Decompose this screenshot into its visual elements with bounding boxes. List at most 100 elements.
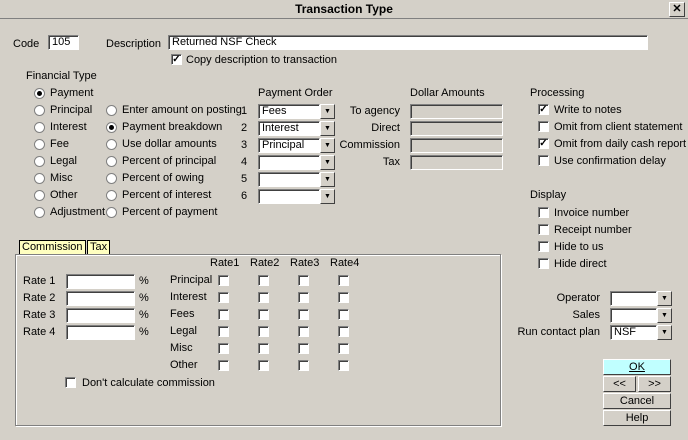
commission-rate-checkbox[interactable] <box>258 326 269 337</box>
dollar-amount-input[interactable] <box>410 138 503 153</box>
amount-method-radio[interactable] <box>106 173 117 184</box>
amount-method-radio[interactable] <box>106 207 117 218</box>
ok-button[interactable]: OK <box>603 359 671 375</box>
commission-rate-checkbox[interactable] <box>298 343 309 354</box>
payment-order-value <box>258 155 320 170</box>
commission-rate-checkbox[interactable] <box>338 275 349 286</box>
percent-unit: % <box>139 326 149 338</box>
amount-method-radio[interactable] <box>106 105 117 116</box>
dollar-amount-input[interactable] <box>410 104 503 119</box>
commission-rate-checkbox[interactable] <box>258 343 269 354</box>
payment-order-combo[interactable]: ▼ <box>258 189 335 204</box>
processing-checkbox[interactable] <box>538 121 549 132</box>
commission-rate-checkbox[interactable] <box>298 275 309 286</box>
amount-method-option-label: Use dollar amounts <box>122 138 217 150</box>
right-field-combo[interactable]: ▼ <box>610 291 672 306</box>
payment-order-value: Fees <box>258 104 320 119</box>
display-checkbox[interactable] <box>538 224 549 235</box>
processing-checkbox[interactable]: ✓ <box>538 104 549 115</box>
commission-rate-checkbox[interactable] <box>338 292 349 303</box>
percent-unit: % <box>139 275 149 287</box>
rate-input[interactable] <box>66 325 135 340</box>
commission-rate-checkbox[interactable] <box>298 292 309 303</box>
rate-input[interactable] <box>66 291 135 306</box>
financial-type-radio[interactable] <box>34 88 45 99</box>
amount-method-radio[interactable] <box>106 156 117 167</box>
payment-order-number: 2 <box>241 122 248 134</box>
chevron-down-icon[interactable]: ▼ <box>657 308 672 323</box>
dont-calc-commission-checkbox[interactable] <box>65 377 76 388</box>
financial-type-radio[interactable] <box>34 207 45 218</box>
amount-method-radio[interactable] <box>106 139 117 150</box>
dollar-amount-input[interactable] <box>410 155 503 170</box>
commission-rate-checkbox[interactable] <box>338 360 349 371</box>
dollar-amount-label: Commission <box>339 139 400 151</box>
commission-rate-checkbox[interactable] <box>298 360 309 371</box>
close-button[interactable]: ✕ <box>669 2 685 17</box>
payment-order-combo[interactable]: Interest ▼ <box>258 121 335 136</box>
display-checkbox[interactable] <box>538 207 549 218</box>
rate-label: Rate 2 <box>23 292 56 304</box>
chevron-down-icon[interactable]: ▼ <box>320 189 335 204</box>
processing-checkbox[interactable] <box>538 155 549 166</box>
processing-checkbox[interactable]: ✓ <box>538 138 549 149</box>
percent-unit: % <box>139 292 149 304</box>
chevron-down-icon[interactable]: ▼ <box>657 291 672 306</box>
commission-rate-checkbox[interactable] <box>298 309 309 320</box>
commission-rate-checkbox[interactable] <box>338 309 349 320</box>
commission-rate-checkbox[interactable] <box>338 326 349 337</box>
commission-rate-checkbox[interactable] <box>218 343 229 354</box>
right-field-combo[interactable]: ▼ <box>610 308 672 323</box>
commission-rate-checkbox[interactable] <box>258 292 269 303</box>
commission-rate-checkbox[interactable] <box>218 275 229 286</box>
description-input[interactable]: Returned NSF Check <box>168 35 648 50</box>
commission-rate-checkbox[interactable] <box>218 326 229 337</box>
cancel-button[interactable]: Cancel <box>603 393 671 409</box>
payment-order-value: Interest <box>258 121 320 136</box>
chevron-down-icon[interactable]: ▼ <box>657 325 672 340</box>
right-field-combo[interactable]: NSF ▼ <box>610 325 672 340</box>
commission-rate-checkbox[interactable] <box>258 275 269 286</box>
amount-method-option-label: Payment breakdown <box>122 121 223 133</box>
financial-type-radio[interactable] <box>34 122 45 133</box>
rate-input[interactable] <box>66 308 135 323</box>
amount-method-radio[interactable] <box>106 122 117 133</box>
payment-order-combo[interactable]: ▼ <box>258 172 335 187</box>
code-input[interactable]: 105 <box>48 35 79 50</box>
payment-order-number: 4 <box>241 156 248 168</box>
financial-type-radio[interactable] <box>34 139 45 150</box>
payment-order-number: 6 <box>241 190 248 202</box>
rate-input[interactable] <box>66 274 135 289</box>
commission-rate-checkbox[interactable] <box>258 360 269 371</box>
financial-type-label: Financial Type <box>26 70 97 82</box>
display-checkbox[interactable] <box>538 258 549 269</box>
financial-type-radio[interactable] <box>34 156 45 167</box>
commission-rate-checkbox[interactable] <box>218 360 229 371</box>
payment-order-combo[interactable]: Principal ▼ <box>258 138 335 153</box>
display-checkbox[interactable] <box>538 241 549 252</box>
commission-rate-checkbox[interactable] <box>218 309 229 320</box>
display-option-label: Receipt number <box>554 224 632 236</box>
commission-rate-checkbox[interactable] <box>298 326 309 337</box>
payment-order-combo[interactable]: ▼ <box>258 155 335 170</box>
payment-order-combo[interactable]: Fees ▼ <box>258 104 335 119</box>
amount-method-option-label: Percent of payment <box>122 206 218 218</box>
commission-rate-checkbox[interactable] <box>218 292 229 303</box>
commission-rate-checkbox[interactable] <box>338 343 349 354</box>
payment-order-number: 1 <box>241 105 248 117</box>
chevron-down-icon[interactable]: ▼ <box>320 172 335 187</box>
previous-button[interactable]: << <box>603 376 636 392</box>
next-button[interactable]: >> <box>638 376 671 392</box>
financial-type-radio[interactable] <box>34 190 45 201</box>
processing-option-label: Use confirmation delay <box>554 155 666 167</box>
commission-rate-checkbox[interactable] <box>258 309 269 320</box>
right-field-label: Run contact plan <box>517 326 600 338</box>
help-button[interactable]: Help <box>603 410 671 426</box>
amount-method-radio[interactable] <box>106 190 117 201</box>
processing-option-label: Omit from daily cash report <box>554 138 687 150</box>
dollar-amount-input[interactable] <box>410 121 503 136</box>
rate-label: Rate 1 <box>23 275 56 287</box>
financial-type-radio[interactable] <box>34 105 45 116</box>
copy-description-checkbox[interactable]: ✓ <box>171 54 182 65</box>
financial-type-radio[interactable] <box>34 173 45 184</box>
